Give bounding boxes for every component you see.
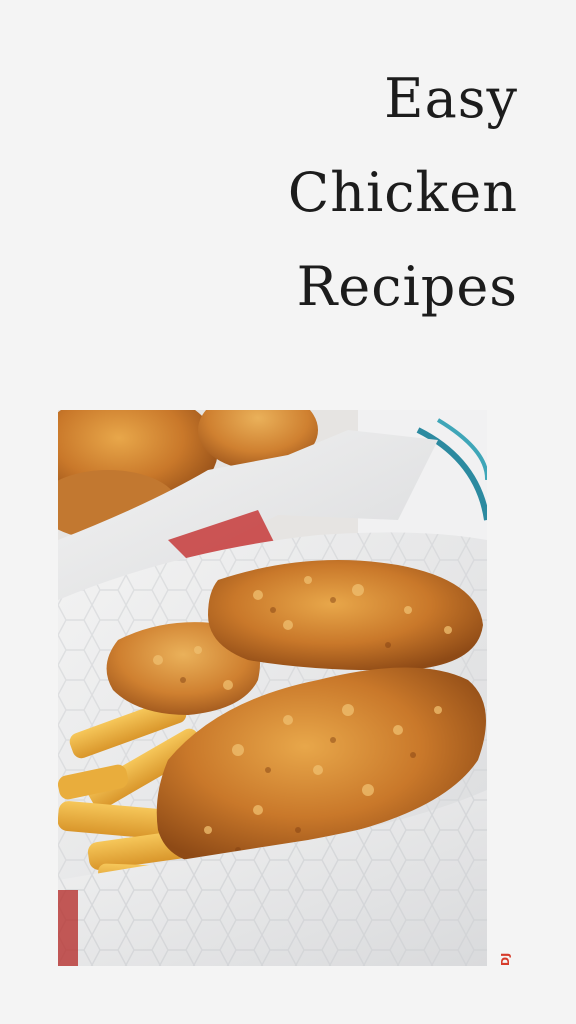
title-line-1: Easy — [384, 67, 518, 130]
title-line-3: Recipes — [296, 255, 518, 318]
food-photo — [58, 410, 487, 966]
fried-chicken-illustration — [58, 410, 487, 966]
brand-watermark: DJ — [499, 952, 512, 966]
title-line-2: Chicken — [287, 161, 518, 224]
page-title: Easy Chicken Recipes — [288, 52, 518, 334]
